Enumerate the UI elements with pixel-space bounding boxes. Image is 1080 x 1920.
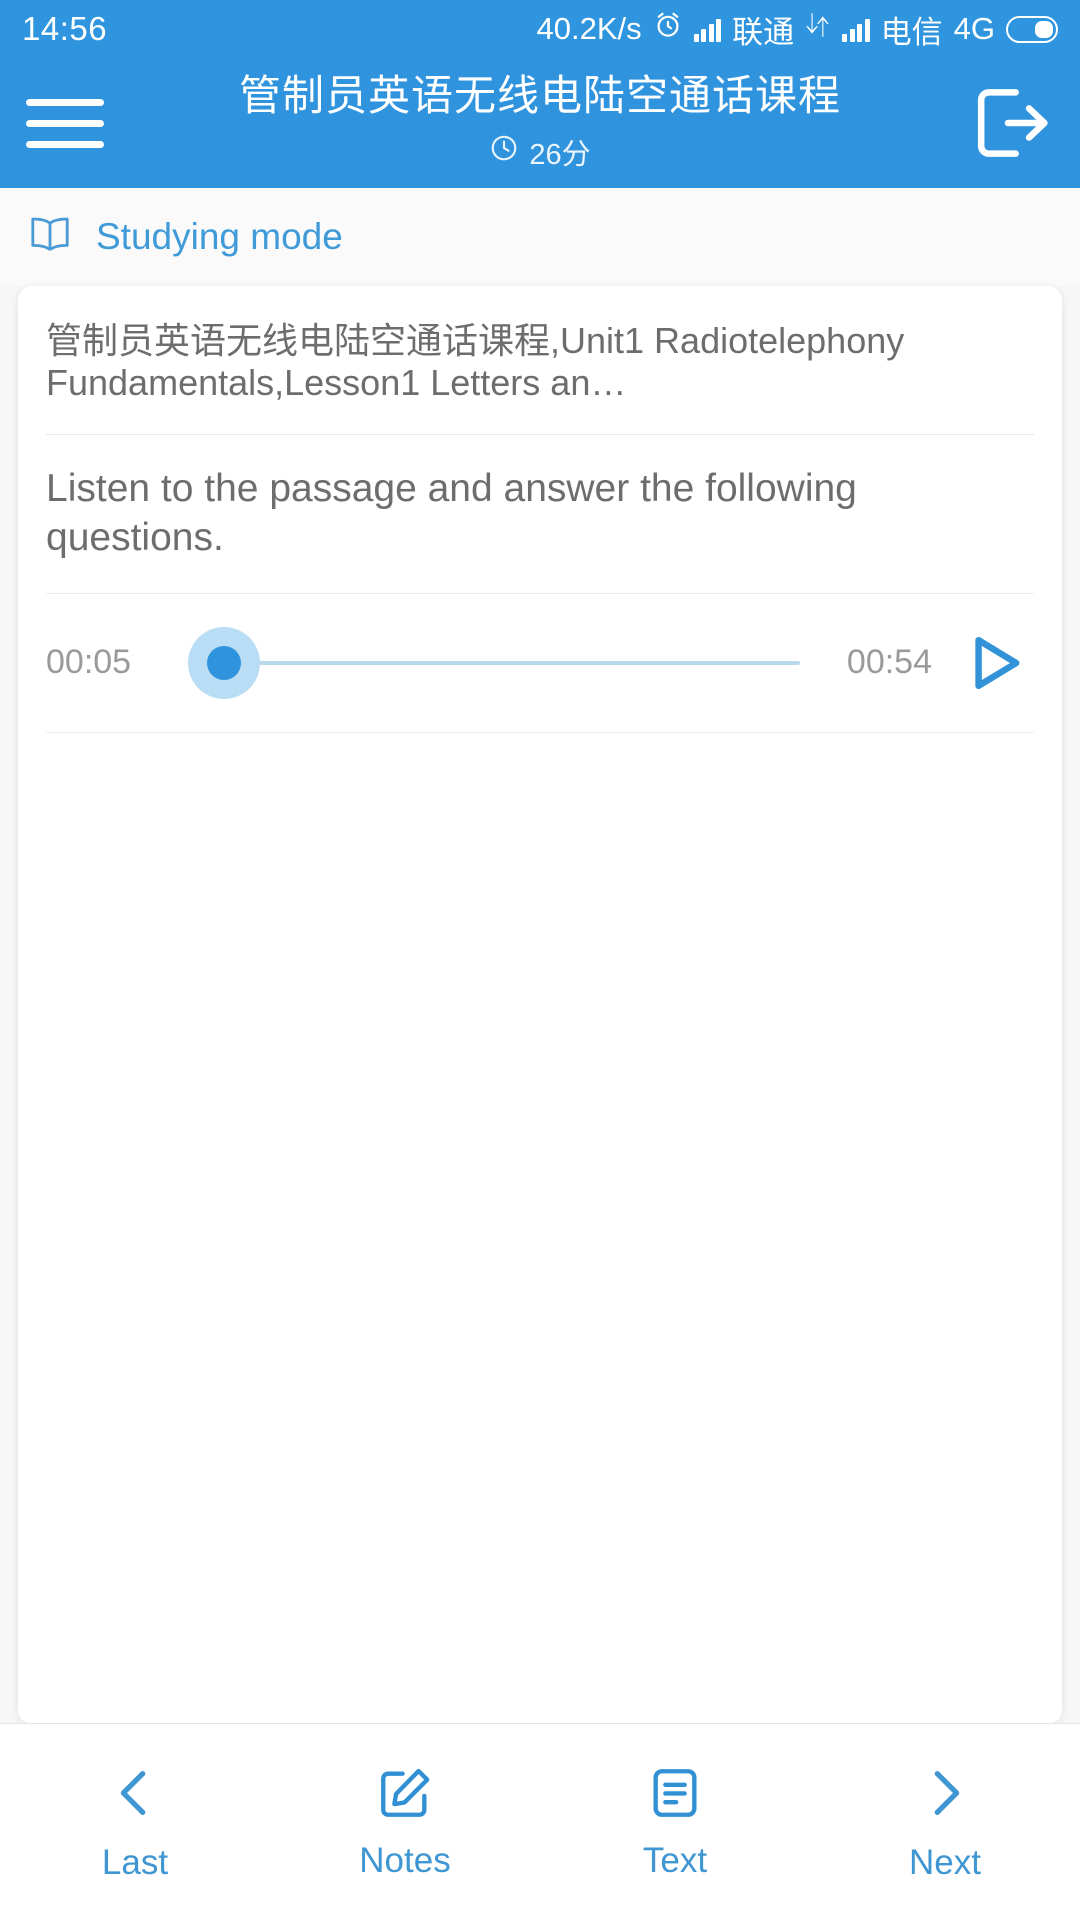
nav-label-text: Text [642, 1840, 708, 1880]
breadcrumb: 管制员英语无线电陆空通话课程,Unit1 Radiotelephony Fund… [46, 286, 1034, 436]
audio-seek-bar[interactable] [187, 618, 800, 708]
signal-bars-icon [693, 16, 722, 42]
status-bar: 14:56 40.2K/s 联通 电信 4G [0, 0, 1080, 58]
menu-bar-3 [26, 140, 104, 148]
menu-bar-1 [26, 98, 104, 106]
audio-total-time: 00:54 [846, 643, 932, 682]
open-book-icon [26, 213, 74, 262]
data-transfer-icon [805, 11, 831, 47]
audio-player: 00:05 00:54 [46, 594, 1034, 733]
battery-icon [1006, 15, 1058, 43]
chevron-right-icon [914, 1762, 976, 1829]
nav-label-last: Last [101, 1842, 169, 1882]
lesson-card: 管制员英语无线电陆空通话课程,Unit1 Radiotelephony Fund… [18, 286, 1062, 1724]
audio-seek-track [190, 660, 800, 665]
nav-label-notes: Notes [359, 1840, 451, 1880]
network-speed-label: 40.2K/s [536, 11, 642, 46]
app-bar: 管制员英语无线电陆空通话课程 26分 [0, 58, 1080, 188]
studying-mode-label: Studying mode [96, 216, 343, 257]
network-type-label: 4G [953, 11, 995, 46]
studying-mode-bar[interactable]: Studying mode [0, 188, 1080, 286]
audio-seek-thumb[interactable] [187, 626, 260, 699]
document-text-icon [646, 1764, 704, 1827]
status-bar-clock: 14:56 [22, 10, 108, 47]
alarm-clock-icon [653, 10, 683, 48]
edit-note-icon [376, 1764, 434, 1827]
carrier-label-secondary: 电信 [880, 14, 943, 50]
content-area: 管制员英语无线电陆空通话课程,Unit1 Radiotelephony Fund… [0, 286, 1080, 1724]
course-duration-label: 26分 [529, 138, 591, 171]
exit-icon[interactable] [962, 77, 1054, 169]
nav-item-last[interactable]: Last [0, 1724, 270, 1920]
course-duration: 26分 [489, 131, 591, 173]
nav-item-next[interactable]: Next [810, 1724, 1080, 1920]
nav-label-next: Next [909, 1842, 981, 1882]
page-title: 管制员英语无线电陆空通话课程 [238, 72, 841, 120]
nav-item-notes[interactable]: Notes [270, 1724, 540, 1920]
play-icon[interactable] [954, 623, 1034, 703]
audio-current-time: 00:05 [46, 643, 132, 682]
question-instruction: Listen to the passage and answer the fol… [46, 435, 1034, 594]
bottom-navigation-bar: Last Notes Text Next [0, 1723, 1080, 1920]
hamburger-menu-icon[interactable] [26, 80, 112, 166]
chevron-left-icon [104, 1762, 166, 1829]
clock-icon [489, 133, 519, 171]
signal-bars-icon-secondary [842, 16, 870, 42]
carrier-label-primary: 联通 [732, 14, 795, 50]
nav-item-text[interactable]: Text [540, 1724, 810, 1920]
menu-bar-2 [26, 119, 104, 127]
status-bar-indicators: 40.2K/s 联通 电信 4G [537, 7, 1058, 52]
app-bar-title-group: 管制员英语无线电陆空通话课程 26分 [0, 58, 1080, 188]
